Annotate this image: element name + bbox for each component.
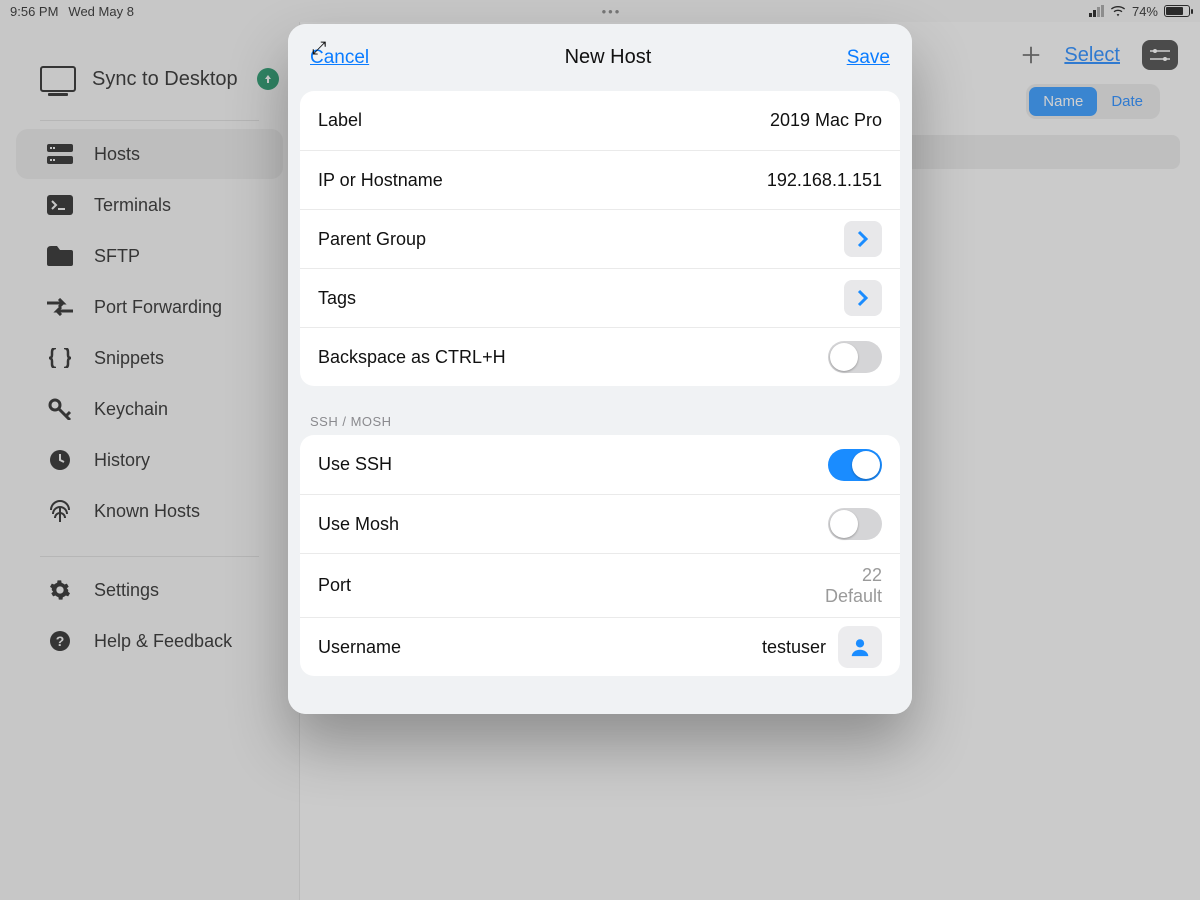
save-button[interactable]: Save — [847, 47, 890, 69]
toggle-use-mosh[interactable] — [828, 508, 882, 540]
field-label: Backspace as CTRL+H — [318, 347, 506, 368]
field-value: 2019 Mac Pro — [770, 110, 882, 131]
field-label: Tags — [318, 288, 356, 309]
row-parent-group[interactable]: Parent Group — [300, 209, 900, 268]
chevron-right-icon[interactable] — [844, 280, 882, 316]
field-label: Label — [318, 110, 362, 131]
field-label: Use Mosh — [318, 514, 399, 535]
row-use-ssh: Use SSH — [300, 435, 900, 494]
field-label: Username — [318, 637, 401, 658]
modal-backdrop: ⤢ Cancel New Host Save Label 2019 Mac Pr… — [0, 0, 1200, 900]
field-label: Use SSH — [318, 454, 392, 475]
field-label: Parent Group — [318, 229, 426, 250]
field-label: Port — [318, 575, 351, 596]
row-label[interactable]: Label 2019 Mac Pro — [300, 91, 900, 150]
resize-icon[interactable]: ⤢ — [312, 38, 326, 59]
row-port[interactable]: Port 22 Default — [300, 553, 900, 617]
port-value: 22 Default — [825, 565, 882, 606]
row-tags[interactable]: Tags — [300, 268, 900, 327]
user-picker-button[interactable] — [838, 626, 882, 668]
row-username[interactable]: Username testuser — [300, 617, 900, 676]
modal-title: New Host — [369, 46, 847, 69]
new-host-modal: ⤢ Cancel New Host Save Label 2019 Mac Pr… — [288, 24, 912, 714]
toggle-use-ssh[interactable] — [828, 449, 882, 481]
row-hostname[interactable]: IP or Hostname 192.168.1.151 — [300, 150, 900, 209]
toggle-backspace[interactable] — [828, 341, 882, 373]
field-value: 192.168.1.151 — [767, 170, 882, 191]
row-backspace-ctrlh: Backspace as CTRL+H — [300, 327, 900, 386]
row-use-mosh: Use Mosh — [300, 494, 900, 553]
field-label: IP or Hostname — [318, 170, 443, 191]
chevron-right-icon[interactable] — [844, 221, 882, 257]
username-value: testuser — [762, 637, 826, 658]
section-heading-ssh: SSH / MOSH — [300, 412, 900, 435]
